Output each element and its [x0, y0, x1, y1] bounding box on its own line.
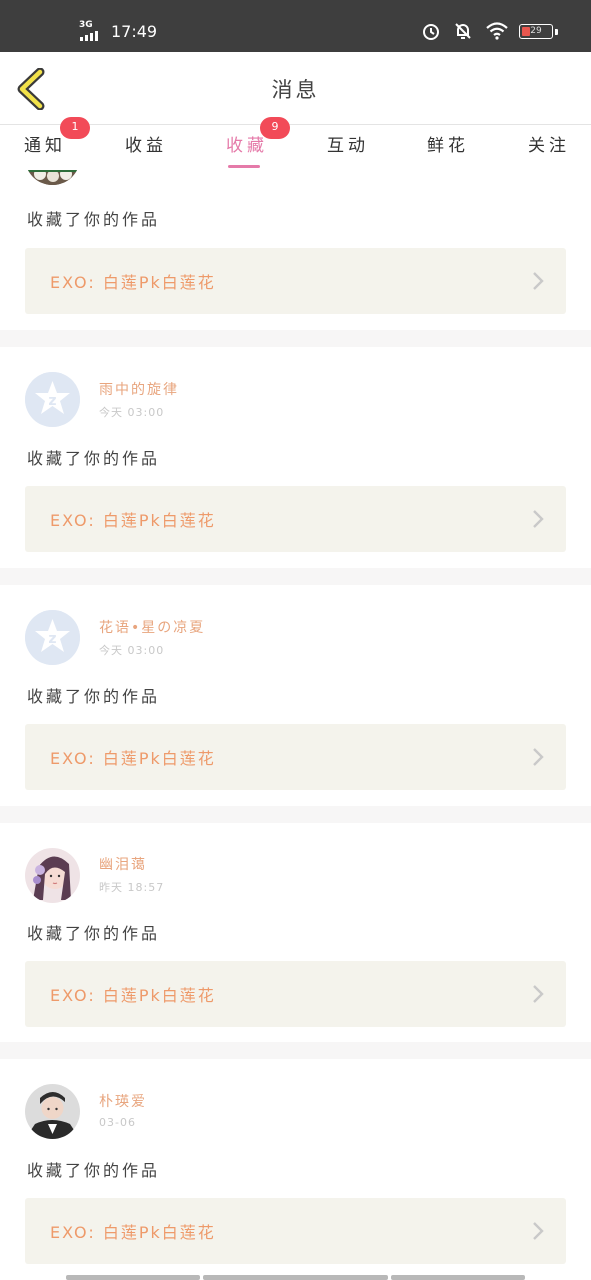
tab-notice[interactable]: 通知	[24, 131, 66, 156]
list-item[interactable]: 朴瑛爱 03-06 收藏了你的作品 EXO: 白莲Pk白莲花	[0, 1059, 591, 1280]
user-name[interactable]: 花语•星の凉夏	[99, 617, 205, 637]
list-item[interactable]: z 雨中的旋律 今天 03:00 收藏了你的作品 EXO: 白莲Pk白莲花	[0, 347, 591, 568]
divider	[0, 806, 591, 823]
work-title: EXO: 白莲Pk白莲花	[50, 511, 216, 530]
avatar[interactable]: z	[25, 610, 80, 665]
avatar[interactable]	[25, 1084, 80, 1139]
tab-flowers[interactable]: 鲜花	[427, 131, 469, 156]
work-card[interactable]: EXO: 白莲Pk白莲花	[25, 1198, 566, 1264]
work-title: EXO: 白莲Pk白莲花	[50, 749, 216, 768]
bell-off-icon	[455, 23, 471, 39]
timestamp: 03-06	[99, 1116, 136, 1129]
action-text: 收藏了你的作品	[27, 687, 161, 706]
work-card[interactable]: EXO: 白莲Pk白莲花	[25, 961, 566, 1027]
action-text: 收藏了你的作品	[27, 449, 161, 468]
timestamp: 今天 03:00	[99, 406, 165, 419]
avatar[interactable]: z	[25, 372, 80, 427]
work-title: EXO: 白莲Pk白莲花	[50, 1223, 216, 1242]
timestamp: 昨天 18:57	[99, 881, 165, 894]
list-item[interactable]: 收藏了你的作品 EXO: 白莲Pk白莲花	[0, 130, 591, 330]
user-name[interactable]: 朴瑛爱	[99, 1091, 147, 1111]
svg-text:z: z	[48, 631, 56, 647]
list-item[interactable]: z 花语•星の凉夏 今天 03:00 收藏了你的作品 EXO: 白莲Pk白莲花	[0, 585, 591, 806]
status-bar: 3G 17:49 29	[0, 0, 591, 52]
user-name[interactable]: 幽泪蔼	[99, 854, 147, 874]
header: 消息	[0, 52, 591, 125]
chevron-right-icon	[533, 748, 544, 766]
favorites-badge: 9	[260, 117, 290, 139]
action-text: 收藏了你的作品	[27, 1161, 161, 1180]
tab-bar: 通知 1 收益 收藏 9 互动 鲜花 关注	[0, 117, 591, 170]
work-card[interactable]: EXO: 白莲Pk白莲花	[25, 486, 566, 552]
status-time: 17:49	[111, 22, 158, 41]
work-card[interactable]: EXO: 白莲Pk白莲花	[25, 248, 566, 314]
wifi-icon	[486, 22, 508, 40]
divider	[0, 1042, 591, 1059]
chevron-right-icon	[533, 985, 544, 1003]
battery-icon: 29	[519, 24, 553, 39]
nav-gesture-bar[interactable]	[391, 1275, 525, 1280]
action-text: 收藏了你的作品	[27, 924, 161, 943]
nav-gesture-bar[interactable]	[203, 1275, 388, 1280]
alarm-icon	[423, 24, 439, 40]
list-item[interactable]: 幽泪蔼 昨天 18:57 收藏了你的作品 EXO: 白莲Pk白莲花	[0, 823, 591, 1042]
nav-gesture-bar[interactable]	[66, 1275, 200, 1280]
signal-icon	[80, 31, 98, 41]
divider	[0, 568, 591, 585]
work-title: EXO: 白莲Pk白莲花	[50, 986, 216, 1005]
avatar[interactable]	[25, 848, 80, 903]
work-card[interactable]: EXO: 白莲Pk白莲花	[25, 724, 566, 790]
action-text: 收藏了你的作品	[27, 210, 161, 229]
svg-text:z: z	[48, 393, 56, 409]
chevron-right-icon	[533, 510, 544, 528]
network-type: 3G	[79, 20, 93, 30]
chevron-right-icon	[533, 1222, 544, 1240]
user-name[interactable]: 雨中的旋律	[99, 379, 179, 399]
page-title: 消息	[271, 78, 320, 102]
notice-badge: 1	[60, 117, 90, 139]
divider	[0, 330, 591, 347]
tab-earnings[interactable]: 收益	[125, 131, 167, 156]
tab-following[interactable]: 关注	[528, 131, 570, 156]
tab-interaction[interactable]: 互动	[327, 131, 369, 156]
work-title: EXO: 白莲Pk白莲花	[50, 273, 216, 292]
timestamp: 今天 03:00	[99, 644, 165, 657]
chevron-right-icon	[533, 272, 544, 290]
active-tab-indicator	[228, 165, 260, 168]
